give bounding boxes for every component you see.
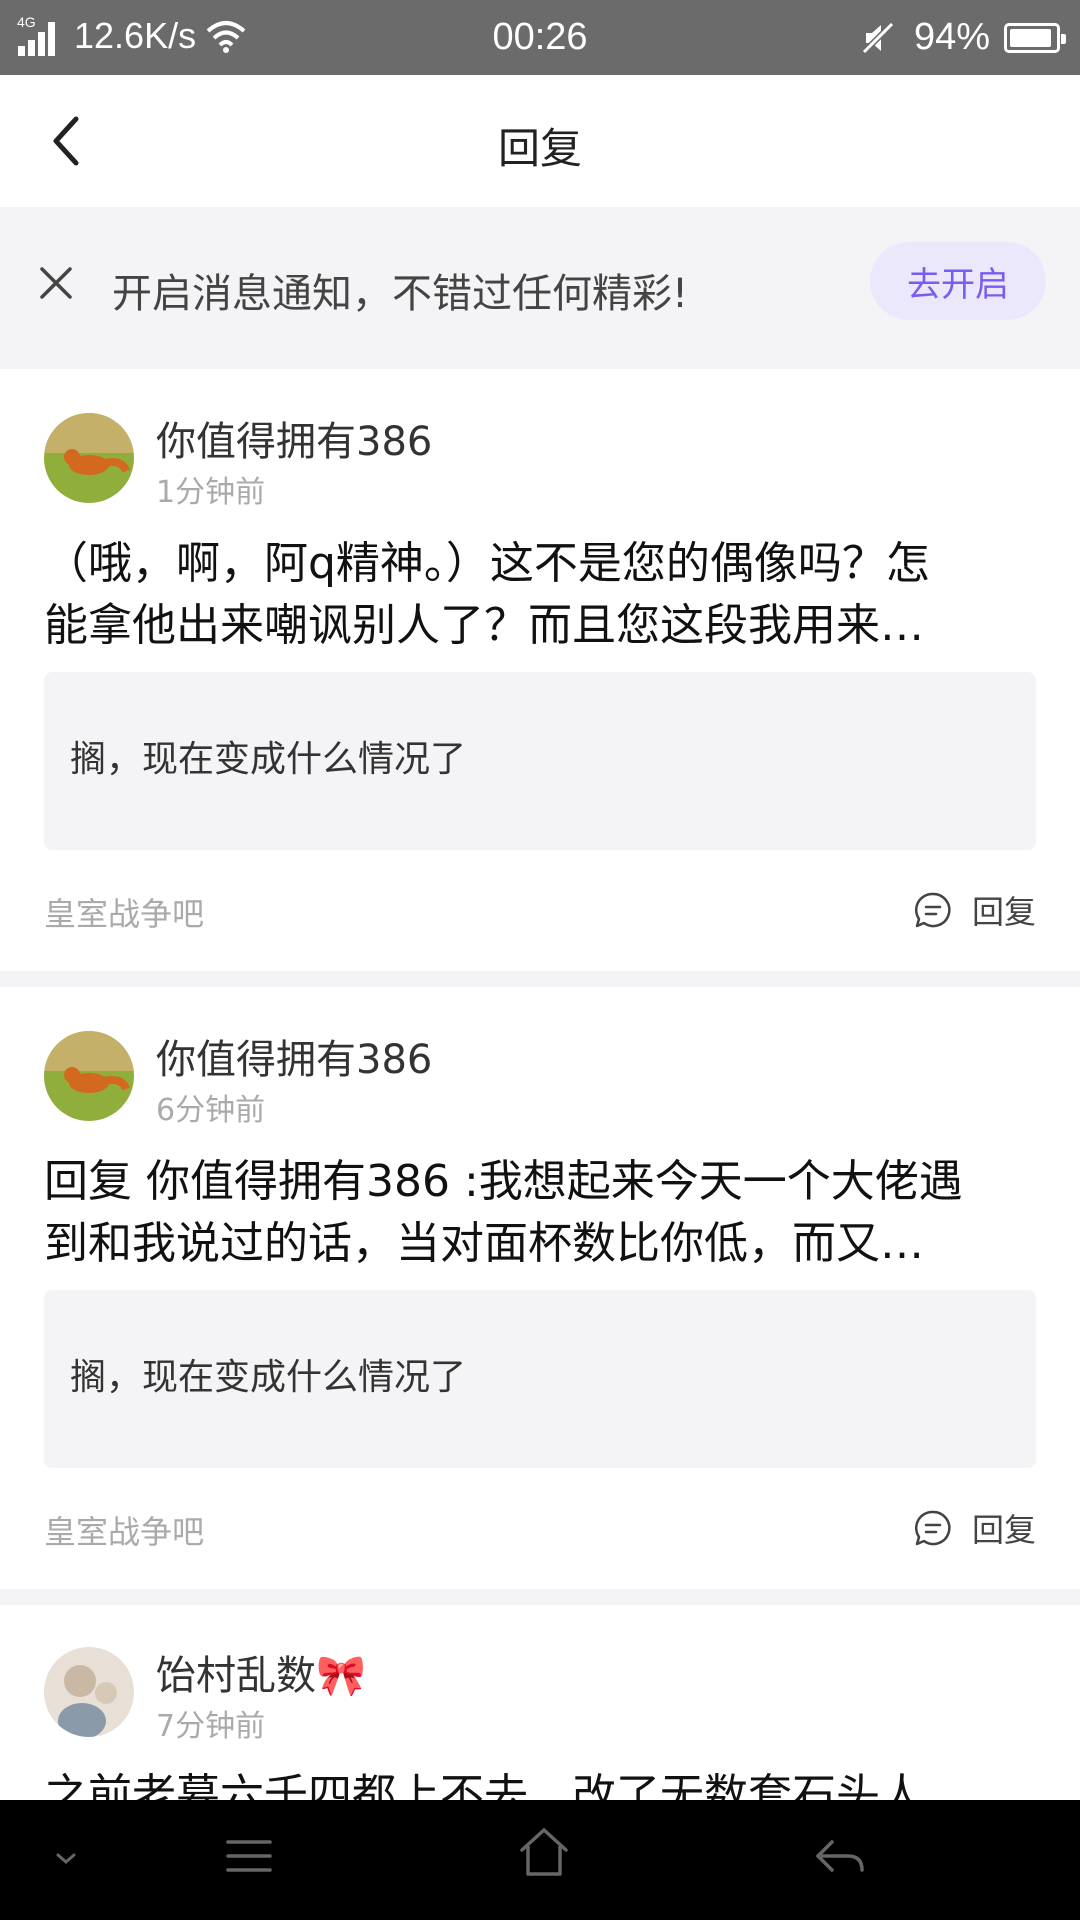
content-line: 之前老墓六千四都上不去，改了无数套石头人 [44,1770,924,1800]
reply-content[interactable]: 之前老墓六千四都上不去，改了无数套石头人 [44,1765,1036,1800]
header: 回复 [0,75,1080,207]
menu-icon[interactable] [224,1836,274,1876]
content-line: （哦，啊，阿q精神。）这不是您的偶像吗？怎 [44,538,930,589]
notice-text: 开启消息通知，不错过任何精彩! [112,271,689,317]
reply-label: 回复 [971,1511,1036,1549]
comment-icon [914,892,951,928]
back-icon[interactable] [812,1836,868,1878]
username[interactable]: 你值得拥有386 [156,409,432,467]
mute-icon [861,21,895,54]
close-icon[interactable] [38,265,74,301]
divider [0,1589,1080,1605]
avatar[interactable] [44,1031,134,1121]
reply-item[interactable]: 你值得拥有386 6分钟前 回复 你值得拥有386 :我想起来今天一个大佬遇 到… [0,987,1080,1589]
page-title: 回复 [497,124,582,173]
reply-button[interactable]: 回复 [914,887,1036,933]
battery-percent: 94% [913,16,990,58]
home-icon[interactable] [516,1824,572,1880]
notification-banner: 开启消息通知，不错过任何精彩! 去开启 [0,207,1080,369]
forum-name[interactable]: 皇室战争吧 [44,1507,204,1553]
quoted-post[interactable]: 搁，现在变成什么情况了 [44,672,1036,850]
timestamp: 1分钟前 [156,475,266,510]
forum-name[interactable]: 皇室战争吧 [44,889,204,935]
username[interactable]: 饴村乱数🎀 [156,1643,366,1701]
status-bar: 4G 12.6K/s 00:26 94% [0,0,1080,75]
reply-item[interactable]: 饴村乱数🎀 7分钟前 之前老墓六千四都上不去，改了无数套石头人 [0,1605,1080,1800]
timestamp: 6分钟前 [156,1093,266,1128]
reply-button[interactable]: 回复 [914,1505,1036,1551]
content-line: 能拿他出来嘲讽别人了？而且您这段我用来… [44,600,924,651]
content-line: 回复 你值得拥有386 :我想起来今天一个大佬遇 [44,1156,963,1207]
avatar[interactable] [44,413,134,503]
username[interactable]: 你值得拥有386 [156,1027,432,1085]
comment-icon [914,1510,951,1546]
quoted-post[interactable]: 搁，现在变成什么情况了 [44,1290,1036,1468]
quote-text: 搁，现在变成什么情况了 [70,1357,467,1398]
divider [0,971,1080,987]
quote-text: 搁，现在变成什么情况了 [70,739,467,780]
content-line: 到和我说过的话，当对面杯数比你低，而又… [44,1218,924,1269]
reply-item[interactable]: 你值得拥有386 1分钟前 （哦，啊，阿q精神。）这不是您的偶像吗？怎 能拿他出… [0,369,1080,971]
chevron-down-icon[interactable] [52,1850,80,1868]
reply-content[interactable]: 回复 你值得拥有386 :我想起来今天一个大佬遇 到和我说过的话，当对面杯数比你… [44,1151,1036,1275]
avatar[interactable] [44,1647,134,1737]
enable-notification-button[interactable]: 去开启 [870,242,1046,320]
battery-icon [1004,22,1066,53]
timestamp: 7分钟前 [156,1709,266,1744]
system-nav-bar [0,1800,1080,1920]
reply-label: 回复 [971,893,1036,931]
reply-content[interactable]: （哦，啊，阿q精神。）这不是您的偶像吗？怎 能拿他出来嘲讽别人了？而且您这段我用… [44,533,1036,657]
